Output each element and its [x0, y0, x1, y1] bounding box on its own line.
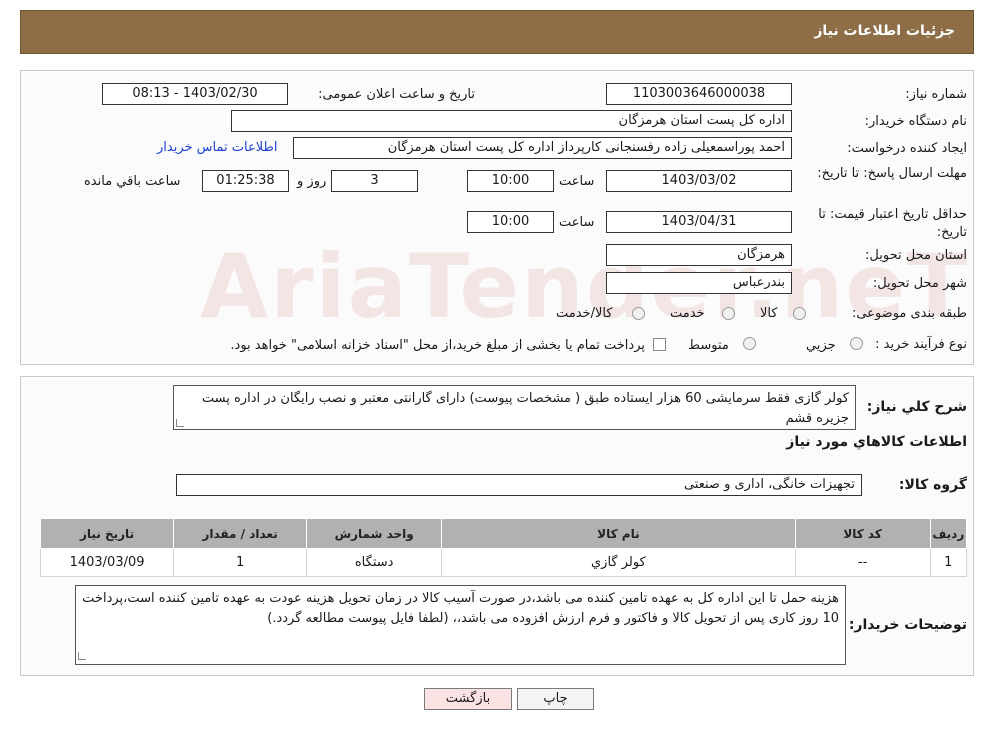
province-label: استان محل تحویل: — [865, 248, 967, 263]
category-radio-goods[interactable] — [793, 307, 806, 320]
cell-unit: دستگاه — [306, 548, 443, 577]
category-option-goods: کالا — [760, 306, 778, 321]
process-label: نوع فرآیند خرید : — [875, 337, 967, 352]
cell-need-date: 1403/03/09 — [39, 548, 175, 577]
reply-time-label: ساعت — [559, 174, 595, 189]
col-goods-code: كد كالا — [794, 518, 931, 549]
description-label: شرح كلي نياز: — [866, 399, 967, 415]
back-button[interactable]: بازگشت — [424, 688, 512, 710]
process-option-medium: متوسط — [688, 338, 729, 353]
buyer-org-field: اداره کل پست استان هرمزگان — [231, 110, 792, 132]
buyer-contact-link[interactable]: اطلاعات تماس خریدار — [157, 140, 277, 155]
days-field: 3 — [331, 170, 418, 192]
need-number-field: 1103003646000038 — [606, 83, 792, 105]
col-quantity: تعداد / مقدار — [173, 518, 308, 549]
goods-table: رديف كد كالا نام كالا واحد شمارش تعداد /… — [39, 518, 968, 577]
category-option-service: خدمت — [670, 306, 705, 321]
buyer-org-label: نام دستگاه خریدار: — [864, 114, 967, 129]
price-validity-label: حداقل تاریخ اعتبار قیمت: تا تاریخ: — [818, 207, 967, 240]
treasury-note: پرداخت تمام یا بخشی از مبلغ خرید،از محل … — [230, 338, 645, 353]
price-time-field: 10:00 — [467, 211, 554, 233]
description-textarea[interactable]: کولر گازی فقط سرمایشی 60 هزار ایستاده طب… — [173, 385, 856, 430]
print-button[interactable]: چاپ — [517, 688, 594, 710]
cell-row-number: 1 — [929, 548, 968, 577]
announce-field: 1403/02/30 - 08:13 — [102, 83, 288, 105]
reply-deadline-label: مهلت ارسال پاسخ: تا تاریخ: — [817, 166, 967, 181]
goods-group-label: گروه کالا: — [898, 477, 967, 493]
announce-label: تاریخ و ساعت اعلان عمومی: — [318, 87, 475, 102]
col-unit: واحد شمارش — [306, 518, 443, 549]
province-field: هرمزگان — [606, 244, 792, 266]
col-need-date: تاریخ نیاز — [39, 518, 175, 549]
description-resize-handle[interactable] — [176, 419, 184, 427]
col-goods-name: نام كالا — [441, 518, 796, 549]
city-label: شهر محل تحویل: — [872, 276, 967, 291]
days-label: روز و — [297, 174, 327, 189]
creator-label: ایجاد کننده درخواست: — [847, 141, 967, 156]
price-time-label: ساعت — [559, 215, 595, 230]
buyer-notes-text: هزینه حمل تا این اداره کل به عهده تامین … — [82, 591, 839, 626]
page-header: جزئیات اطلاعات نیاز — [20, 10, 974, 54]
category-radio-goods-service[interactable] — [632, 307, 645, 320]
price-date-field: 1403/04/31 — [606, 211, 792, 233]
category-label: طبقه بندی موضوعی: — [851, 306, 967, 321]
goods-section-title: اطلاعات كالاهاي مورد نياز — [786, 434, 967, 450]
process-radio-minor[interactable] — [850, 337, 863, 350]
table-row: 1 -- كولر گازي دستگاه 1 1403/03/09 — [39, 548, 968, 577]
description-text: کولر گازی فقط سرمایشی 60 هزار ایستاده طب… — [201, 391, 849, 426]
reply-time-field: 10:00 — [467, 170, 554, 192]
process-option-minor: جزیي — [806, 338, 836, 353]
reply-date-field: 1403/03/02 — [606, 170, 792, 192]
category-option-goods-service: کالا/خدمت — [556, 306, 613, 321]
goods-table-header: رديف كد كالا نام كالا واحد شمارش تعداد /… — [39, 518, 968, 549]
treasury-checkbox[interactable] — [653, 338, 666, 351]
process-radio-medium[interactable] — [743, 337, 756, 350]
buyer-notes-resize-handle[interactable] — [78, 652, 86, 660]
creator-field: احمد پوراسمعیلی زاده رفسنجانی کارپرداز ا… — [293, 137, 792, 159]
col-row-number: رديف — [929, 518, 968, 549]
cell-goods-name: كولر گازي — [441, 548, 796, 577]
goods-group-field: تجهیزات خانگی، اداری و صنعتی — [176, 474, 862, 496]
page-title: جزئیات اطلاعات نیاز — [814, 23, 955, 39]
buyer-notes-textarea[interactable]: هزینه حمل تا این اداره کل به عهده تامین … — [75, 585, 846, 665]
city-field: بندرعباس — [606, 272, 792, 294]
buyer-notes-label: توضیحات خریدار: — [848, 617, 967, 633]
need-number-label: شماره نیاز: — [905, 87, 967, 102]
cell-quantity: 1 — [173, 548, 308, 577]
remaining-time-field: 01:25:38 — [202, 170, 289, 192]
remaining-label: ساعت باقي مانده — [84, 174, 181, 189]
category-radio-service[interactable] — [722, 307, 735, 320]
cell-goods-code: -- — [794, 548, 931, 577]
